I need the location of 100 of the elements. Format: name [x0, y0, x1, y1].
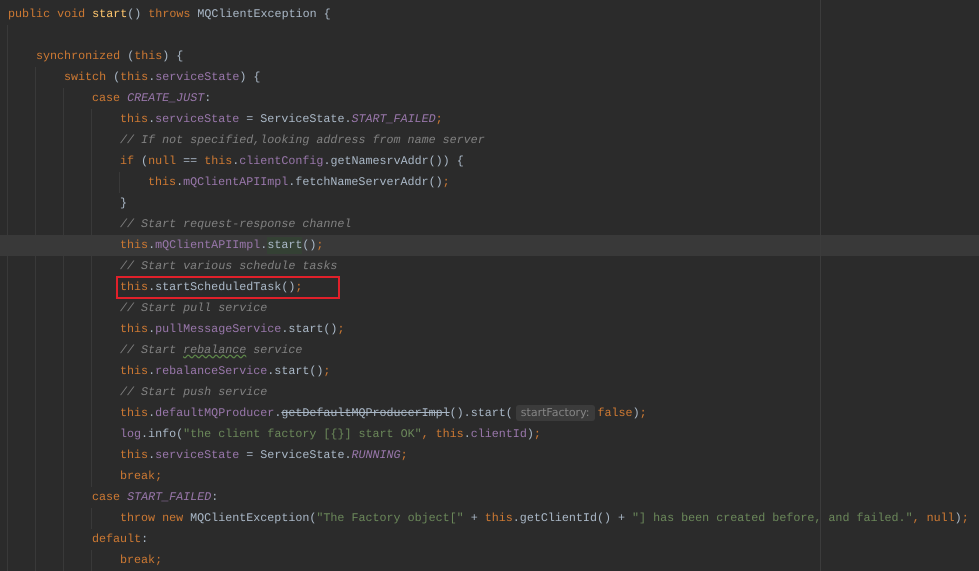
code-token: .getNamesrvAddr()) {: [323, 152, 464, 170]
code-token: this: [120, 68, 148, 86]
code-token: ;: [962, 510, 969, 527]
code-token: ;: [337, 320, 344, 338]
code-token: // If not specified,looking address from name server: [120, 132, 485, 149]
code-token: serviceState: [155, 68, 240, 86]
code-token: = ServiceState.: [245, 446, 352, 464]
code-token: default: [92, 530, 142, 548]
code-token: .startScheduledTask(): [148, 278, 296, 296]
code-token: rebalance: [183, 342, 246, 359]
code-token: switch: [64, 68, 108, 86]
code-token: rebalanceService: [155, 362, 268, 380]
code-token: , null: [912, 510, 955, 527]
code-token: // Start pull service: [120, 300, 268, 317]
code-token: (): [127, 6, 142, 23]
code-token: .start(): [281, 320, 338, 338]
code-token: START_FAILED: [351, 110, 436, 128]
code-token: .: [148, 404, 156, 422]
code-token: .: [148, 362, 156, 380]
code-token: .: [148, 446, 156, 464]
code-token: (): [302, 236, 316, 254]
code-token: .: [148, 320, 156, 338]
code-token: start: [92, 6, 128, 23]
code-token: mQClientAPIImpl: [183, 174, 288, 191]
code-token: serviceState: [155, 446, 240, 464]
code-token: , this: [422, 426, 464, 443]
code-token: ;: [323, 362, 330, 380]
code-token: ().start(: [450, 404, 513, 422]
code-token: MQClientException {: [197, 6, 331, 23]
code-token: ): [526, 426, 534, 443]
code-token: .fetchNameServerAddr(): [288, 174, 443, 191]
code-token: null: [148, 152, 178, 170]
code-token: +: [470, 510, 479, 527]
code-token: ;: [534, 426, 541, 443]
code-token: .: [148, 110, 156, 128]
code-token: serviceState: [155, 110, 240, 128]
code-token: .start(): [267, 362, 324, 380]
code-token: :: [141, 530, 148, 548]
code-token: this: [120, 236, 148, 254]
code-token: .: [274, 404, 282, 422]
code-token: throws: [148, 6, 192, 23]
code-token: // Start various schedule tasks: [120, 258, 338, 275]
code-token: log: [120, 426, 142, 443]
parameter-hint: startFactory:: [516, 405, 594, 422]
code-token: "] has been created before, and failed.": [632, 510, 913, 527]
code-token: public void: [8, 6, 86, 23]
code-token: ): [954, 510, 962, 527]
code-token: ;: [640, 404, 647, 422]
code-token: ;: [316, 236, 324, 254]
code-token: ): [632, 404, 640, 422]
code-token: this: [120, 110, 148, 128]
code-token: this: [120, 278, 148, 296]
code-token: RUNNING: [351, 446, 401, 464]
code-token: .: [148, 68, 156, 86]
code-token: :: [204, 90, 212, 107]
code-token: CREATE_JUST: [127, 90, 204, 107]
code-token: = ServiceState.: [245, 110, 352, 128]
code-token: pullMessageService: [155, 320, 282, 338]
code-token: .: [232, 152, 240, 170]
code-token: if: [120, 152, 136, 170]
code-token: .: [260, 236, 268, 254]
code-token: defaultMQProducer: [155, 404, 274, 422]
code-token: ) {: [162, 48, 184, 65]
code-token: case: [92, 90, 122, 107]
code-token: :: [211, 488, 218, 506]
code-token: // Start request-response channel: [120, 216, 352, 233]
code-token: clientConfig: [239, 152, 324, 170]
code-token: this: [120, 446, 148, 464]
code-token: this: [134, 48, 162, 65]
code-token: start: [267, 236, 302, 254]
code-token: this: [120, 404, 148, 422]
code-token: .: [464, 426, 471, 443]
code-token: (: [141, 152, 148, 170]
code-token: this: [148, 174, 176, 191]
code-token: ;: [442, 174, 450, 191]
code-token: false: [598, 404, 633, 422]
code-token: this: [120, 362, 148, 380]
code-token: // Start push service: [120, 384, 268, 401]
code-token: .getClientId() +: [512, 510, 626, 527]
code-token: ;: [295, 278, 302, 296]
code-token: this: [204, 152, 232, 170]
code-token: (: [113, 68, 120, 86]
code-token: .: [148, 236, 156, 254]
code-token: .info(: [141, 426, 184, 443]
code-token: ;: [400, 446, 408, 464]
code-token: clientId: [470, 426, 527, 443]
code-token: "the client factory [{}] start OK": [183, 426, 422, 443]
code-token: getDefaultMQProducerImpl: [281, 404, 450, 422]
code-token: mQClientAPIImpl: [155, 236, 260, 254]
code-token: START_FAILED: [127, 488, 212, 506]
code-token: (: [127, 48, 134, 65]
code-token: }: [120, 194, 128, 212]
code-token: "The Factory object[": [316, 510, 464, 527]
code-token: ==: [183, 152, 198, 170]
code-token: throw new: [120, 510, 184, 527]
code-token: service: [252, 342, 302, 359]
code-token: .: [176, 174, 184, 191]
code-token: break;: [120, 552, 162, 569]
code-token: MQClientException(: [190, 510, 316, 527]
code-token: ;: [436, 110, 443, 128]
